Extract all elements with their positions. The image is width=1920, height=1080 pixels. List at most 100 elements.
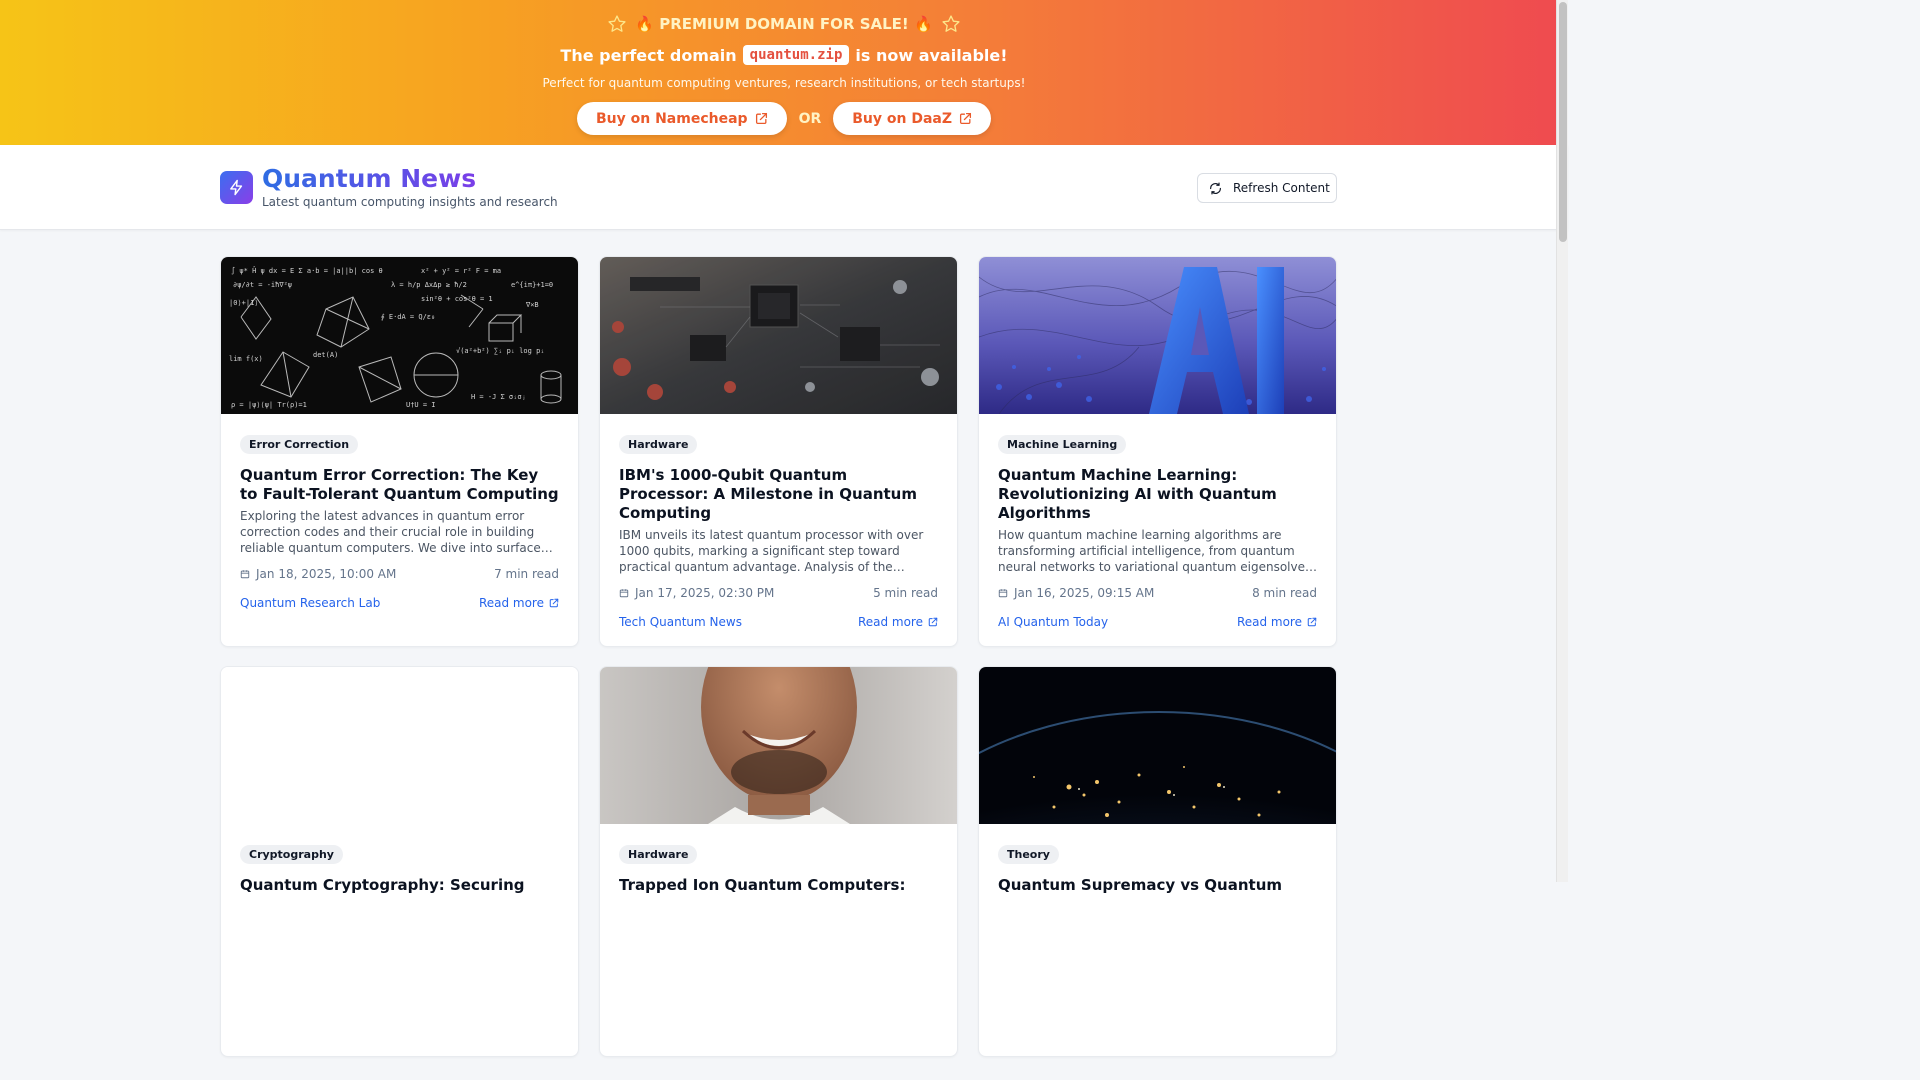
article-image-placeholder[interactable] [221,667,578,824]
banner-title-row: 🔥 PREMIUM DOMAIN FOR SALE! 🔥 [0,13,1568,35]
star-icon [942,15,960,32]
article-title[interactable]: Trapped Ion Quantum Computers: [619,876,938,895]
read-more-label: Read more [478,596,544,610]
domain-sale-banner: 🔥 PREMIUM DOMAIN FOR SALE! 🔥 The perfect… [0,0,1568,145]
article-card[interactable]: ∫ ψ* Ĥ ψ dx = E Σ a·b = |a||b| cos θ x² … [220,256,579,647]
external-link-icon [928,617,938,627]
calendar-icon [998,589,1008,598]
category-tag: Error Correction [240,435,359,454]
svg-text:λ = h/p ΔxΔp ≥ ħ/2: λ = h/p ΔxΔp ≥ ħ/2 [391,281,467,289]
buy-daaz-label: Buy on DaaZ [852,110,953,127]
external-link-icon [549,598,559,608]
article-description: IBM unveils its latest quantum processor… [619,528,924,574]
star-icon [608,15,626,32]
article-title[interactable]: Quantum Cryptography: Securing [240,876,559,895]
scrollbar-thumb[interactable] [1559,2,1567,242]
banner-title: 🔥 PREMIUM DOMAIN FOR SALE! 🔥 [635,15,933,33]
refresh-content-label: Refresh Content [1233,181,1330,195]
lightning-bolt-icon [230,179,243,196]
article-image-earth-night[interactable] [979,667,1336,824]
article-description: How quantum machine learning algorithms … [998,528,1317,574]
source-link[interactable]: Quantum Research Lab [240,596,380,610]
article-links: Tech Quantum News Read more [619,615,938,629]
article-date: Jan 16, 2025, 09:15 AM [998,586,1154,600]
source-link[interactable]: AI Quantum Today [998,615,1108,629]
category-tag: Hardware [619,435,698,454]
banner-subtitle: The perfect domain quantum.zip is now av… [0,43,1568,67]
article-image-circuit-board[interactable] [600,257,957,414]
svg-text:sin²θ + cos²θ = 1: sin²θ + cos²θ = 1 [421,295,493,303]
site-tagline: Latest quantum computing insights and re… [262,195,558,209]
article-card-body: Machine Learning Quantum Machine Learnin… [979,414,1336,629]
article-card[interactable]: Hardware IBM's 1000-Qubit Quantum Proces… [599,256,958,647]
svg-text:∇×B: ∇×B [525,301,539,309]
site-logo[interactable] [220,171,253,204]
calendar-icon [619,589,629,598]
buy-namecheap-button[interactable]: Buy on Namecheap [576,102,787,135]
article-card-body: Hardware Trapped Ion Quantum Computers: [600,824,957,895]
read-more-link[interactable]: Read more [858,615,938,629]
article-title[interactable]: Quantum Error Correction: The Key to Fau… [240,466,559,504]
article-card[interactable]: Machine Learning Quantum Machine Learnin… [978,256,1337,647]
svg-text:U†U = I: U†U = I [406,401,436,409]
banner-subtitle-pre: The perfect domain [560,45,737,65]
refresh-content-button[interactable]: Refresh Content [1197,173,1337,203]
article-title[interactable]: Quantum Supremacy vs Quantum [998,876,1317,895]
banner-description: Perfect for quantum computing ventures, … [542,76,1026,90]
read-more-label: Read more [1236,615,1302,629]
buy-daaz-button[interactable]: Buy on DaaZ [833,102,992,135]
article-image-portrait[interactable] [600,667,957,824]
svg-text:ρ = |ψ⟩⟨ψ| Tr(ρ)=1: ρ = |ψ⟩⟨ψ| Tr(ρ)=1 [231,401,307,409]
article-description: Exploring the latest advances in quantum… [240,509,541,555]
read-time: 8 min read [1252,586,1317,600]
svg-text:e^{iπ}+1=0: e^{iπ}+1=0 [511,281,553,289]
source-link[interactable]: Tech Quantum News [619,615,742,629]
category-tag: Machine Learning [998,435,1127,454]
domain-name-chip: quantum.zip [742,45,850,65]
read-more-link[interactable]: Read more [479,596,559,610]
category-tag: Cryptography [240,845,343,864]
article-links: AI Quantum Today Read more [998,615,1317,629]
article-meta: Jan 18, 2025, 10:00 AM 7 min read [240,567,559,581]
banner-actions: Buy on Namecheap OR Buy on DaaZ [0,102,1568,135]
read-more-link[interactable]: Read more [1237,615,1317,629]
article-card[interactable]: Cryptography Quantum Cryptography: Secur… [220,666,579,1057]
svg-text:∂ψ/∂t = -iħ∇²ψ: ∂ψ/∂t = -iħ∇²ψ [233,281,292,289]
article-date: Jan 17, 2025, 02:30 PM [619,586,774,600]
svg-text:√(a²+b²) ∑ᵢ pᵢ log pᵢ: √(a²+b²) ∑ᵢ pᵢ log pᵢ [456,347,545,355]
article-card-body: Hardware IBM's 1000-Qubit Quantum Proces… [600,414,957,629]
article-image-ai[interactable] [979,257,1336,414]
buy-namecheap-label: Buy on Namecheap [595,110,748,127]
article-meta: Jan 17, 2025, 02:30 PM 5 min read [619,586,938,600]
article-card-body: Error Correction Quantum Error Correctio… [221,414,578,610]
svg-text:det(A): det(A) [313,351,338,359]
article-image-equations[interactable]: ∫ ψ* Ĥ ψ dx = E Σ a·b = |a||b| cos θ x² … [221,257,578,414]
calendar-icon [240,570,250,579]
svg-text:∮ E·dA = Q/ε₀: ∮ E·dA = Q/ε₀ [381,313,435,321]
article-date: Jan 18, 2025, 10:00 AM [240,567,396,581]
read-more-label: Read more [857,615,923,629]
article-title[interactable]: IBM's 1000-Qubit Quantum Processor: A Mi… [619,466,938,523]
banner-subtitle-post: is now available! [855,45,1008,65]
site-header: Quantum News Latest quantum computing in… [0,145,1568,230]
category-tag: Hardware [619,845,698,864]
external-link-icon [755,112,767,125]
category-tag: Theory [998,845,1059,864]
article-date-text: Jan 16, 2025, 09:15 AM [1014,586,1155,600]
article-card-body: Theory Quantum Supremacy vs Quantum [979,824,1336,895]
article-card[interactable]: Hardware Trapped Ion Quantum Computers: [599,666,958,1057]
site-title[interactable]: Quantum News [262,164,476,193]
page-scrollbar[interactable] [1556,0,1568,882]
or-separator: OR [798,110,822,127]
read-time: 7 min read [494,567,559,581]
svg-text:∫ ψ* Ĥ ψ dx = E Σ a·b = |a||: ∫ ψ* Ĥ ψ dx = E Σ a·b = |a||b| cos θ [231,266,383,275]
article-date-text: Jan 18, 2025, 10:00 AM [256,567,397,581]
refresh-icon [1210,181,1221,195]
article-card-body: Cryptography Quantum Cryptography: Secur… [221,824,578,895]
article-meta: Jan 16, 2025, 09:15 AM 8 min read [998,586,1317,600]
article-links: Quantum Research Lab Read more [240,596,559,610]
article-card[interactable]: Theory Quantum Supremacy vs Quantum [978,666,1337,1057]
svg-text:|0⟩+|1⟩: |0⟩+|1⟩ [229,299,259,307]
article-title[interactable]: Quantum Machine Learning: Revolutionizin… [998,466,1317,523]
svg-text:x² + y² = r² F = ma: x² + y² = r² F = ma [421,267,501,275]
